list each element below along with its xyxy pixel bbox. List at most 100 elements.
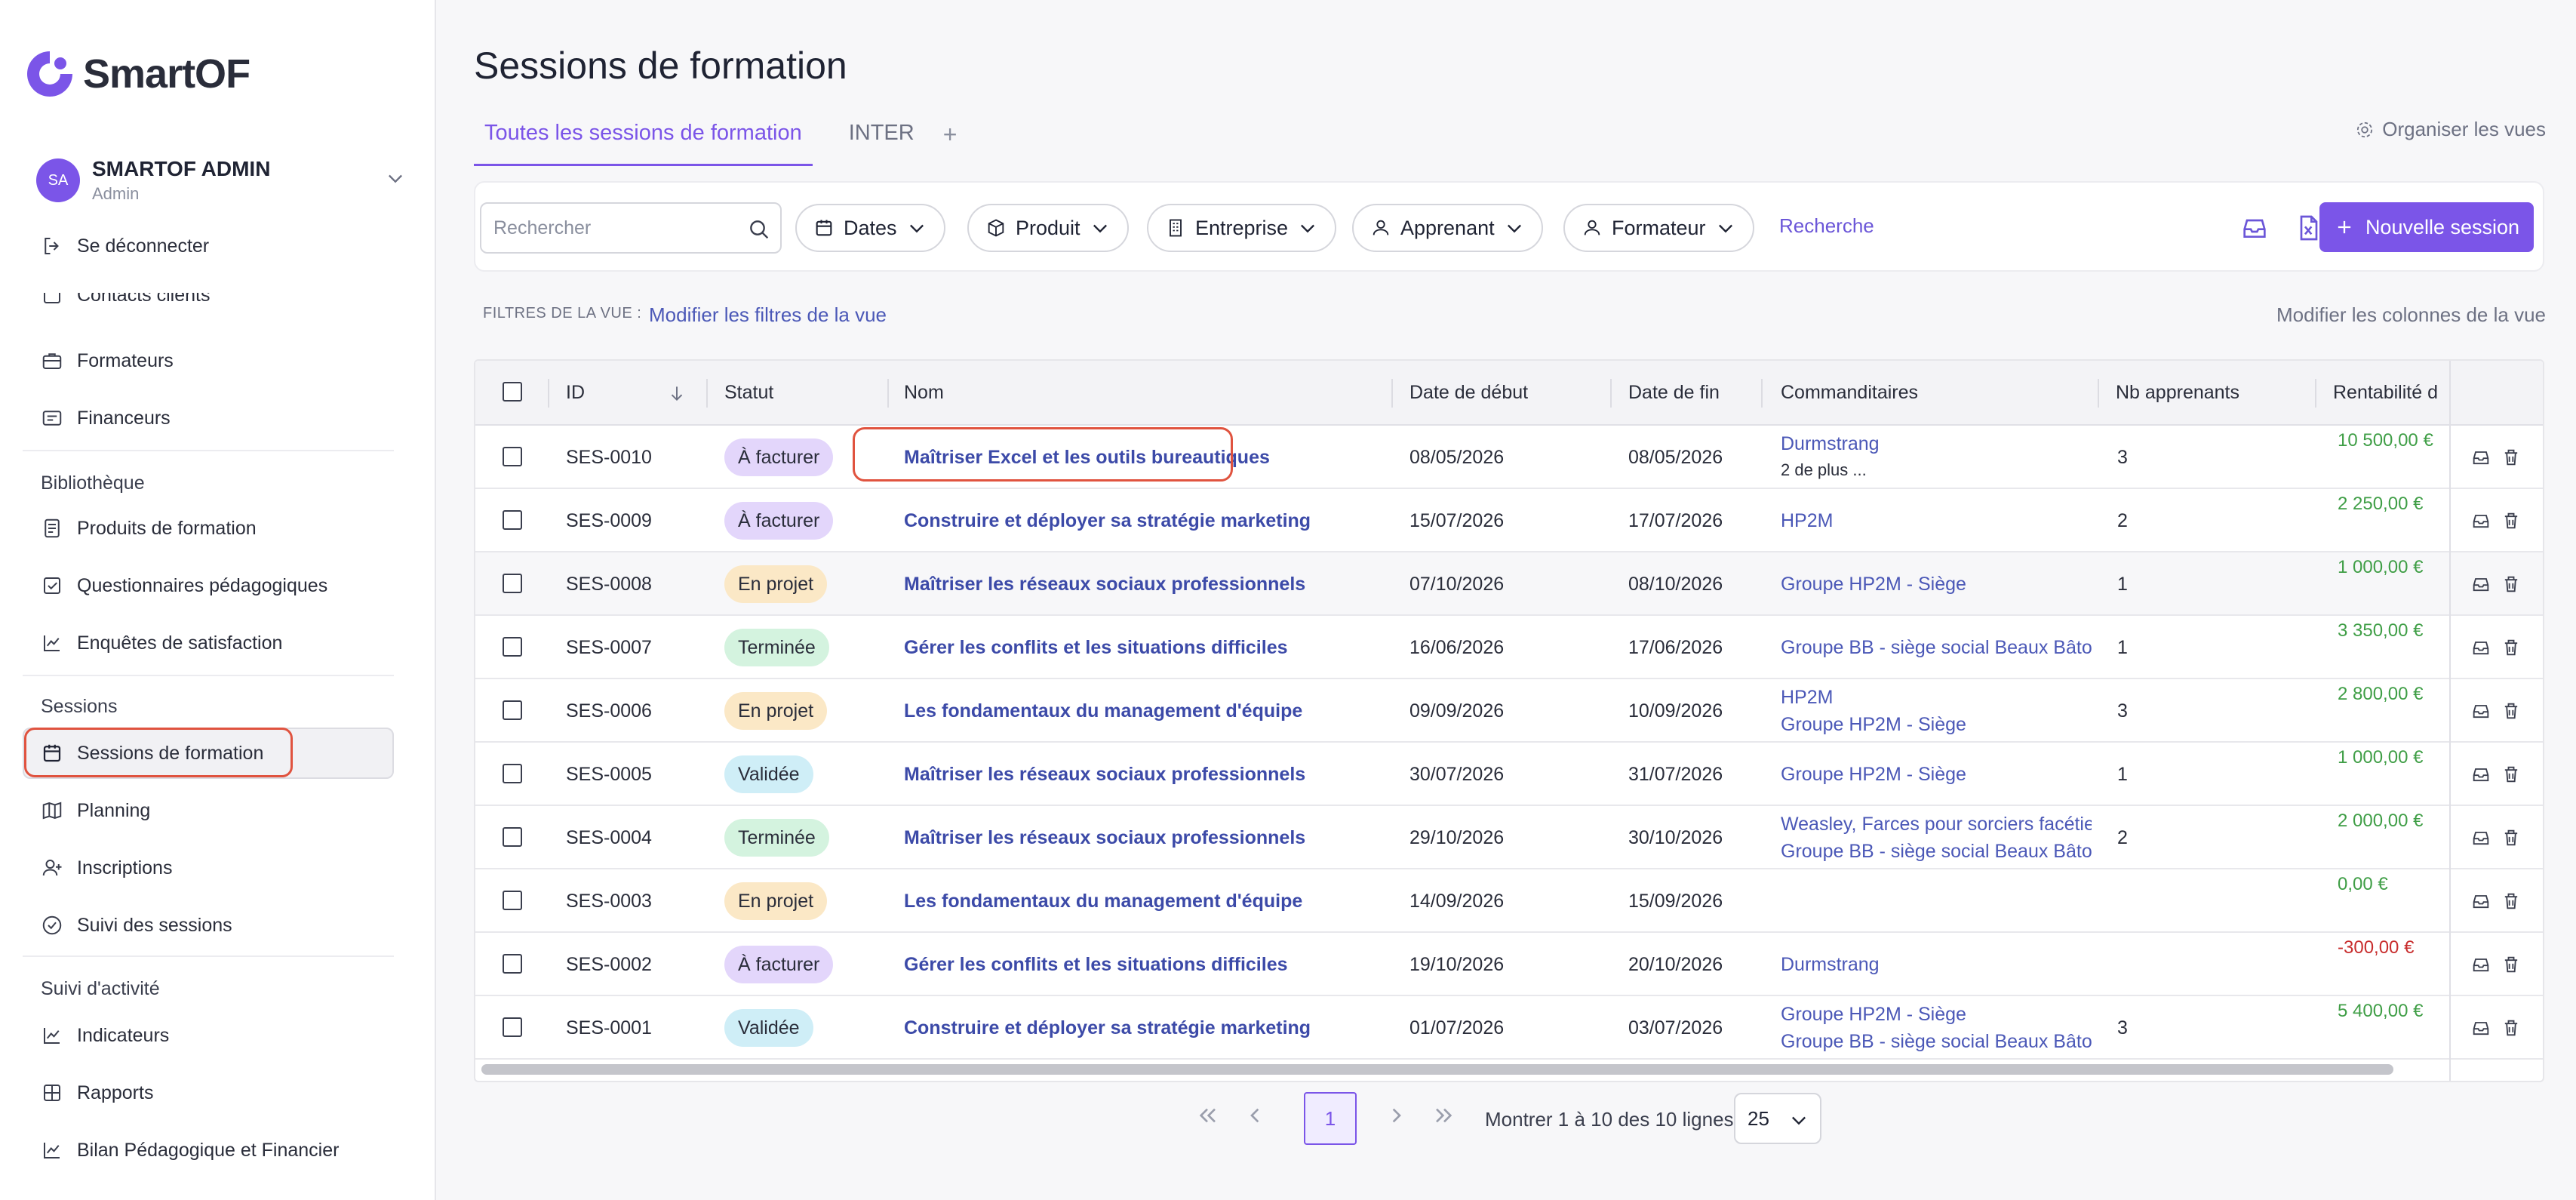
sidebar-item-rapports[interactable]: Rapports bbox=[41, 1070, 153, 1115]
sponsor-link-secondary[interactable]: Groupe BB - siège social Beaux Bâto bbox=[1781, 841, 2092, 863]
trash-icon[interactable] bbox=[2501, 700, 2522, 722]
row-checkbox[interactable] bbox=[503, 891, 522, 910]
filter-dates[interactable]: Dates bbox=[795, 204, 945, 252]
tab-inter[interactable]: INTER bbox=[838, 113, 925, 166]
inbox-icon[interactable] bbox=[2470, 637, 2491, 658]
session-name-link[interactable]: Construire et déployer sa stratégie mark… bbox=[904, 1017, 1387, 1039]
session-name-link[interactable]: Les fondamentaux du management d'équipe bbox=[904, 891, 1387, 912]
row-checkbox[interactable] bbox=[503, 764, 522, 783]
table-row[interactable]: SES-0005 Validée Maîtriser les réseaux soc… bbox=[475, 743, 2543, 806]
inbox-icon[interactable] bbox=[2470, 891, 2491, 912]
sponsor-link[interactable]: Groupe HP2M - Siège bbox=[1781, 1004, 2092, 1026]
sponsor-link[interactable]: HP2M bbox=[1781, 510, 2092, 532]
table-row[interactable]: SES-0001 Validée Construire et déployer sa… bbox=[475, 996, 2543, 1060]
trash-icon[interactable] bbox=[2501, 1017, 2522, 1038]
trash-icon[interactable] bbox=[2501, 447, 2522, 468]
trash-icon[interactable] bbox=[2501, 827, 2522, 848]
column-header-rentabilite[interactable]: Rentabilité d bbox=[2333, 382, 2446, 404]
column-header-id[interactable]: ID bbox=[566, 382, 585, 404]
row-checkbox[interactable] bbox=[503, 510, 522, 530]
session-name-link[interactable]: Maîtriser les réseaux sociaux profession… bbox=[904, 827, 1387, 849]
table-row[interactable]: SES-0002 À facturer Gérer les conflits et … bbox=[475, 933, 2543, 996]
table-row[interactable]: SES-0004 Terminée Maîtriser les réseaux so… bbox=[475, 806, 2543, 869]
table-row[interactable]: SES-0008 En projet Maîtriser les réseaux s… bbox=[475, 552, 2543, 616]
logo[interactable]: SmartOF bbox=[23, 47, 251, 101]
sponsor-link-secondary[interactable]: 2 de plus ... bbox=[1781, 460, 2092, 480]
session-name-link[interactable]: Maîtriser les réseaux sociaux profession… bbox=[904, 764, 1387, 786]
sidebar-item-planning[interactable]: Planning bbox=[41, 788, 150, 833]
row-checkbox[interactable] bbox=[503, 637, 522, 657]
sidebar-item-bilan[interactable]: Bilan Pédagogique et Financier bbox=[41, 1128, 339, 1173]
row-checkbox[interactable] bbox=[503, 954, 522, 974]
filter-formateur[interactable]: Formateur bbox=[1563, 204, 1754, 252]
filter-produit[interactable]: Produit bbox=[967, 204, 1129, 252]
row-checkbox[interactable] bbox=[503, 827, 522, 847]
trash-icon[interactable] bbox=[2501, 637, 2522, 658]
tab-all-sessions[interactable]: Toutes les sessions de formation bbox=[474, 113, 813, 166]
session-name-link[interactable]: Les fondamentaux du management d'équipe bbox=[904, 700, 1387, 722]
session-name-link[interactable]: Construire et déployer sa stratégie mark… bbox=[904, 510, 1387, 532]
sponsor-link[interactable]: Weasley, Farces pour sorciers facétie bbox=[1781, 814, 2092, 835]
inbox-icon[interactable] bbox=[2470, 700, 2491, 722]
horizontal-scrollbar[interactable] bbox=[481, 1064, 2393, 1075]
user-menu[interactable]: SA SMARTOF ADMIN Admin bbox=[36, 151, 406, 210]
sidebar-item-indicateurs[interactable]: Indicateurs bbox=[41, 1013, 169, 1058]
inbox-icon[interactable] bbox=[2470, 1017, 2491, 1038]
sidebar-item-inscriptions[interactable]: Inscriptions bbox=[41, 845, 172, 891]
inbox-icon[interactable] bbox=[2470, 574, 2491, 595]
sidebar-item-formateurs[interactable]: Formateurs bbox=[41, 338, 174, 383]
sponsor-link[interactable]: Groupe HP2M - Siège bbox=[1781, 764, 2092, 786]
row-checkbox[interactable] bbox=[503, 447, 522, 466]
column-header-nom[interactable]: Nom bbox=[904, 382, 944, 404]
trash-icon[interactable] bbox=[2501, 954, 2522, 975]
filter-entreprise[interactable]: Entreprise bbox=[1147, 204, 1337, 252]
session-name-link[interactable]: Maîtriser les réseaux sociaux profession… bbox=[904, 574, 1387, 595]
sponsor-link-secondary[interactable]: Groupe HP2M - Siège bbox=[1781, 714, 2092, 736]
trash-icon[interactable] bbox=[2501, 510, 2522, 531]
inbox-icon[interactable] bbox=[2470, 510, 2491, 531]
sidebar-item-logout[interactable]: Se déconnecter bbox=[41, 223, 209, 269]
inbox-icon[interactable] bbox=[2239, 213, 2270, 243]
search-icon[interactable] bbox=[747, 217, 771, 242]
table-row[interactable]: SES-0003 En projet Les fondamentaux du man… bbox=[475, 869, 2543, 933]
page-size-select[interactable]: 25 bbox=[1734, 1093, 1821, 1144]
select-all-checkbox[interactable] bbox=[503, 382, 522, 402]
session-name-link[interactable]: Gérer les conflits et les situations dif… bbox=[904, 637, 1387, 659]
sidebar-item-questionnaires[interactable]: Questionnaires pédagogiques bbox=[41, 563, 327, 608]
inbox-icon[interactable] bbox=[2470, 764, 2491, 785]
sponsor-link[interactable]: Groupe BB - siège social Beaux Bâto bbox=[1781, 637, 2092, 659]
previous-page-icon[interactable] bbox=[1240, 1100, 1271, 1131]
inbox-icon[interactable] bbox=[2470, 827, 2491, 848]
sidebar-item-enquetes[interactable]: Enquêtes de satisfaction bbox=[41, 620, 282, 666]
search-input[interactable] bbox=[493, 217, 735, 239]
table-row[interactable]: SES-0006 En projet Les fondamentaux du man… bbox=[475, 679, 2543, 743]
organize-views-link[interactable]: Organiser les vues bbox=[2355, 118, 2546, 141]
sponsor-link-secondary[interactable]: Groupe BB - siège social Beaux Bâto bbox=[1781, 1031, 2092, 1053]
inbox-icon[interactable] bbox=[2470, 447, 2491, 468]
sponsor-link[interactable]: Durmstrang bbox=[1781, 433, 2092, 455]
row-checkbox[interactable] bbox=[503, 1017, 522, 1037]
sidebar-item-contacts[interactable]: Contacts clients bbox=[41, 293, 358, 312]
session-name-link[interactable]: Gérer les conflits et les situations dif… bbox=[904, 954, 1387, 976]
sponsor-link[interactable]: Durmstrang bbox=[1781, 954, 2092, 976]
search-link[interactable]: Recherche bbox=[1779, 214, 1874, 238]
trash-icon[interactable] bbox=[2501, 764, 2522, 785]
sidebar-item-financeurs[interactable]: Financeurs bbox=[41, 395, 171, 441]
column-header-statut[interactable]: Statut bbox=[724, 382, 773, 404]
column-header-date-fin[interactable]: Date de fin bbox=[1628, 382, 1720, 404]
row-checkbox[interactable] bbox=[503, 574, 522, 593]
next-page-icon[interactable] bbox=[1381, 1100, 1411, 1131]
sort-arrow-down-icon[interactable] bbox=[667, 383, 687, 403]
trash-icon[interactable] bbox=[2501, 891, 2522, 912]
first-page-icon[interactable] bbox=[1192, 1100, 1222, 1131]
sponsor-link[interactable]: Groupe HP2M - Siège bbox=[1781, 574, 2092, 595]
chevron-down-icon[interactable] bbox=[385, 168, 406, 189]
sidebar-item-produits[interactable]: Produits de formation bbox=[41, 506, 257, 551]
row-checkbox[interactable] bbox=[503, 700, 522, 720]
column-header-nb-apprenants[interactable]: Nb apprenants bbox=[2116, 382, 2239, 404]
search-field[interactable] bbox=[480, 202, 782, 254]
edit-view-columns-link[interactable]: Modifier les colonnes de la vue bbox=[2276, 303, 2546, 327]
table-row[interactable]: SES-0009 À facturer Construire et déployer… bbox=[475, 489, 2543, 552]
column-header-commanditaires[interactable]: Commanditaires bbox=[1781, 382, 1918, 404]
current-page-button[interactable]: 1 bbox=[1304, 1092, 1357, 1145]
